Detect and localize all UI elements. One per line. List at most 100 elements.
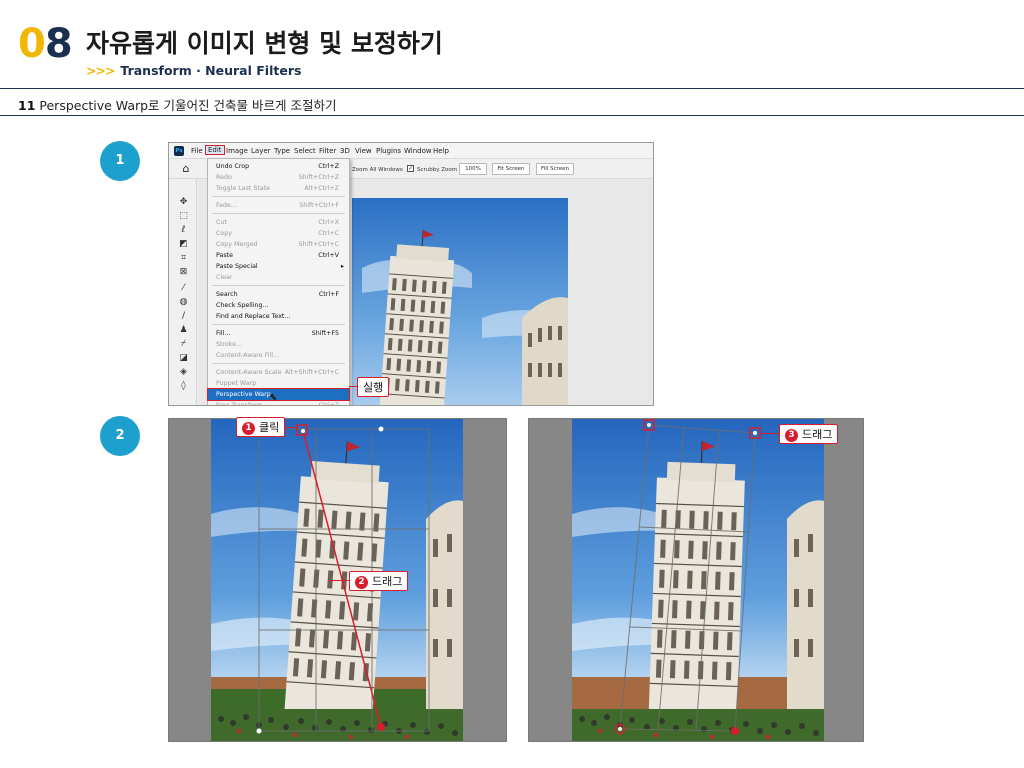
edit-menu-item-shortcut: Shift+Ctrl+C: [298, 241, 339, 248]
callout-click: 1 클릭: [236, 417, 286, 437]
edit-menu-item-label: Paste: [216, 252, 233, 259]
eyedropper-tool-icon[interactable]: ⁄: [178, 283, 189, 294]
edit-menu-item[interactable]: Find and Replace Text...: [208, 311, 349, 322]
frame-tool-icon[interactable]: ⊠: [178, 267, 189, 278]
edit-menu-item[interactable]: Paste Ctrl+V: [208, 250, 349, 261]
menu-help[interactable]: Help: [433, 147, 449, 155]
page: 08 자유롭게 이미지 변형 및 보정하기 >>> Transform · Neu…: [0, 0, 1024, 768]
callout-connector: [349, 386, 357, 387]
edit-menu-item-shortcut: Ctrl+F: [318, 291, 339, 298]
chapter-subtitle: >>> Transform · Neural Filters: [86, 63, 301, 78]
edit-menu-item: Free Transform Ctrl+T: [208, 400, 349, 406]
edit-menu-item-shortcut: Ctrl+Z: [318, 163, 339, 170]
fill-screen-button[interactable]: Fill Screen: [536, 163, 574, 175]
menu-layer[interactable]: Layer: [251, 147, 271, 155]
callout-execute: 실행: [357, 377, 390, 397]
menu-separator: [212, 285, 345, 286]
healing-tool-icon[interactable]: ◍: [178, 297, 189, 308]
tower-adjusted-image: [572, 419, 824, 741]
step-badge-1: 1: [100, 141, 140, 181]
photoshop-logo: Ps: [174, 146, 184, 156]
menu-separator: [212, 363, 345, 364]
mouse-cursor-icon: ⬉: [269, 392, 278, 403]
edit-menu-item: Stroke...: [208, 339, 349, 350]
edit-menu-item-label: Fill...: [216, 330, 231, 337]
edit-menu-item-label: Cut: [216, 219, 227, 226]
callout-drag-3-connector: [761, 433, 779, 434]
edit-menu-item: Copy Merged Shift+Ctrl+C: [208, 239, 349, 250]
scrubby-zoom-checkbox[interactable]: ✓: [407, 165, 414, 172]
edit-menu-item[interactable]: Undo Crop Ctrl+Z: [208, 161, 349, 172]
blur-tool-icon[interactable]: ◊: [178, 381, 189, 392]
zoom-all-windows-label: Zoom All Windows: [352, 167, 403, 173]
menu-3d[interactable]: 3D: [340, 147, 350, 155]
edit-menu-item-shortcut: Ctrl+V: [318, 252, 339, 259]
edit-menu-item[interactable]: Fill... Shift+F5: [208, 328, 349, 339]
edit-menu-item-label: Undo Crop: [216, 163, 250, 170]
edit-menu-item-shortcut: Alt+Ctrl+Z: [304, 185, 339, 192]
edit-menu-item: Copy Ctrl+C: [208, 228, 349, 239]
edit-menu-item-shortcut: Shift+Ctrl+Z: [298, 174, 339, 181]
edit-menu-item-label: Search: [216, 291, 238, 298]
stamp-tool-icon[interactable]: ♟: [178, 325, 189, 336]
edit-menu-item-label: Content-Aware Scale: [216, 369, 282, 376]
menu-plugins[interactable]: Plugins: [376, 147, 401, 155]
edit-menu-item-shortcut: Alt+Shift+Ctrl+C: [284, 369, 339, 376]
edit-menu-item[interactable]: Perspective Warp: [207, 388, 350, 401]
leaning-tower-image: [352, 198, 568, 405]
menu-file[interactable]: File: [191, 147, 203, 155]
edit-menu-item[interactable]: Search Ctrl+F: [208, 289, 349, 300]
crop-tool-icon[interactable]: ⌗: [178, 253, 189, 264]
home-icon[interactable]: ⌂: [175, 161, 197, 177]
edit-menu-item-label: Toggle Last State: [216, 185, 271, 192]
edit-menu-item-label: Content-Aware Fill...: [216, 352, 279, 359]
object-select-tool-icon[interactable]: ◩: [178, 239, 189, 250]
edit-menu-item-label: Perspective Warp: [216, 391, 271, 398]
eraser-tool-icon[interactable]: ◪: [178, 353, 189, 364]
brush-tool-icon[interactable]: ∕: [178, 311, 189, 322]
subtitle-arrows: >>>: [86, 63, 115, 78]
edit-menu-item-label: Paste Special: [216, 263, 258, 270]
edit-menu-item-label: Puppet Warp: [216, 380, 257, 387]
edit-menu-item-shortcut: Ctrl+C: [318, 230, 339, 237]
edit-menu-item: Puppet Warp: [208, 378, 349, 389]
scrubby-zoom-label: Scrubby Zoom: [417, 167, 458, 173]
callout-drag-3-label: 드래그: [802, 428, 833, 441]
history-brush-tool-icon[interactable]: ⌿: [178, 339, 189, 350]
edit-menu-item[interactable]: Paste Special ▸: [208, 261, 349, 272]
tools-panel: ✥ ⬚ ℓ ◩ ⌗ ⊠ ⁄ ◍ ∕ ♟ ⌿ ◪ ◈ ◊: [169, 179, 197, 405]
menu-separator: [212, 213, 345, 214]
edit-menu-item-label: Stroke...: [216, 341, 243, 348]
fit-screen-button[interactable]: Fit Screen: [492, 163, 530, 175]
lasso-tool-icon[interactable]: ℓ: [178, 225, 189, 236]
chapter-title: 자유롭게 이미지 변형 및 보정하기: [86, 29, 443, 58]
menu-edit[interactable]: Edit: [205, 145, 225, 155]
paint-bucket-tool-icon[interactable]: ◈: [178, 367, 189, 378]
menu-image[interactable]: Image: [226, 147, 248, 155]
move-tool-icon[interactable]: ✥: [178, 197, 189, 208]
zoom-100-button[interactable]: 100%: [459, 163, 487, 175]
section-heading: 11 Perspective Warp로 기울어진 건축물 바르게 조절하기: [18, 95, 336, 114]
edit-menu-item-shortcut: Ctrl+T: [318, 402, 339, 406]
step-badge-2: 2: [100, 416, 140, 456]
callout-drag-2-number: 2: [355, 576, 368, 589]
callout-click-connector: [286, 427, 296, 428]
menu-view[interactable]: View: [355, 147, 372, 155]
edit-menu-item-label: Fade...: [216, 202, 237, 209]
menu-filter[interactable]: Filter: [319, 147, 336, 155]
edit-menu-item[interactable]: Check Spelling...: [208, 300, 349, 311]
menu-window[interactable]: Window: [404, 147, 432, 155]
edit-menu-item-shortcut: Shift+F5: [311, 330, 339, 337]
menu-select[interactable]: Select: [294, 147, 316, 155]
edit-menu-item: Clear: [208, 272, 349, 283]
menu-type[interactable]: Type: [274, 147, 290, 155]
chapter-number-first: 0: [18, 21, 46, 67]
chapter-number-second: 8: [44, 21, 73, 67]
callout-drag-3-number: 3: [785, 429, 798, 442]
marquee-tool-icon[interactable]: ⬚: [178, 211, 189, 222]
edit-menu-item-label: Find and Replace Text...: [216, 313, 291, 320]
menu-separator: [212, 196, 345, 197]
edit-menu-item-label: Free Transform: [216, 402, 263, 406]
callout-click-number: 1: [242, 422, 255, 435]
edit-menu-item-label: Copy: [216, 230, 232, 237]
